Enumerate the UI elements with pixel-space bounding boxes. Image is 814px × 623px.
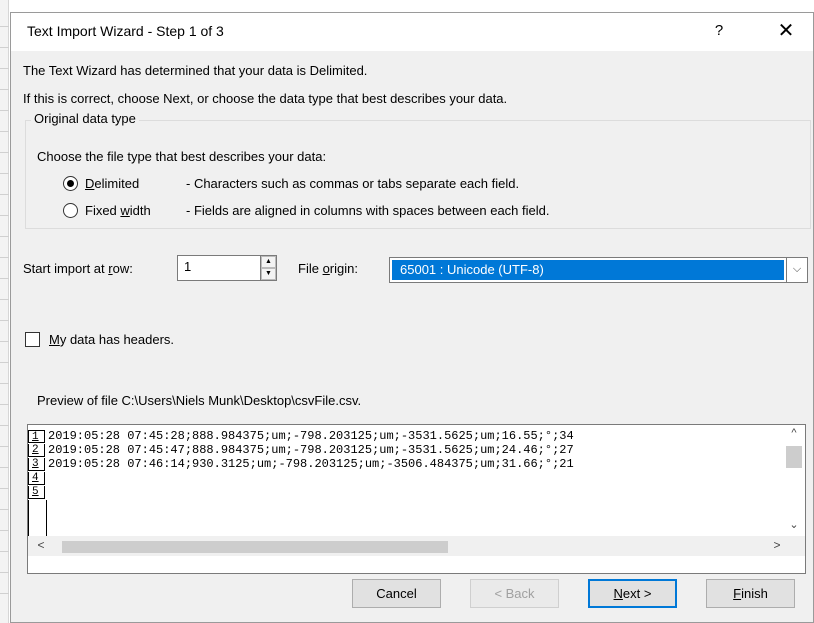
preview-row-number: 2 (28, 444, 45, 457)
original-data-type-legend: Original data type (31, 111, 139, 126)
background-sheet-edge (0, 0, 9, 623)
help-button[interactable]: ? (704, 17, 734, 45)
close-button[interactable]: ✕ (769, 17, 803, 45)
headers-checkbox[interactable] (25, 332, 40, 347)
file-origin-label: File origin: (298, 261, 358, 276)
row-number-gutter-line (28, 500, 29, 536)
intro-line-2: If this is correct, choose Next, or choo… (23, 91, 508, 106)
scroll-up-icon[interactable]: ^ (787, 427, 801, 441)
preview-row-number: 4 (28, 472, 45, 485)
file-type-prompt: Choose the file type that best describes… (37, 149, 327, 164)
fixed-width-description: - Fields are aligned in columns with spa… (186, 203, 550, 218)
dialog-title: Text Import Wizard - Step 1 of 3 (27, 23, 224, 39)
scroll-down-icon[interactable]: ⌄ (787, 518, 801, 532)
preview-row-number: 1 (28, 430, 45, 443)
vertical-scroll-thumb[interactable] (786, 446, 802, 468)
start-row-spinner[interactable]: ▲ ▼ (260, 255, 277, 281)
back-button[interactable]: < Back (470, 579, 559, 608)
start-row-input[interactable]: 1 (177, 255, 261, 281)
preview-row-text: 2019:05:28 07:45:47;888.984375;um;-798.2… (48, 444, 574, 457)
row-number-gutter-line (46, 500, 47, 536)
delimited-radio[interactable] (63, 176, 78, 191)
title-bar: Text Import Wizard - Step 1 of 3 ? ✕ (11, 13, 813, 51)
spin-down-icon[interactable]: ▼ (261, 268, 276, 280)
preview-row-text: 2019:05:28 07:46:14;930.3125;um;-798.203… (48, 458, 574, 471)
file-origin-value: 65001 : Unicode (UTF-8) (392, 260, 784, 280)
next-button[interactable]: Next > (588, 579, 677, 608)
horizontal-scrollbar[interactable]: < > (28, 536, 805, 556)
cancel-button[interactable]: Cancel (352, 579, 441, 608)
chevron-down-icon[interactable]: ⌵ (786, 258, 807, 282)
spin-up-icon[interactable]: ▲ (261, 256, 276, 268)
headers-checkbox-label[interactable]: My data has headers. (49, 332, 174, 347)
file-origin-select[interactable]: 65001 : Unicode (UTF-8) ⌵ (389, 257, 808, 283)
preview-row-number: 5 (28, 486, 45, 499)
scroll-left-icon[interactable]: < (34, 538, 48, 552)
start-row-label: Start import at row: (23, 261, 133, 276)
fixed-width-label[interactable]: Fixed width (85, 203, 151, 218)
scroll-right-icon[interactable]: > (770, 538, 784, 552)
delimited-description: - Characters such as commas or tabs sepa… (186, 176, 520, 191)
vertical-scrollbar[interactable]: ^ ⌄ (783, 425, 805, 536)
file-preview[interactable]: 1 2019:05:28 07:45:28;888.984375;um;-798… (27, 424, 806, 574)
horizontal-scroll-thumb[interactable] (62, 541, 448, 553)
preview-row-text: 2019:05:28 07:45:28;888.984375;um;-798.2… (48, 430, 574, 443)
text-import-wizard-dialog: Text Import Wizard - Step 1 of 3 ? ✕ The… (10, 12, 814, 623)
preview-row-number: 3 (28, 458, 45, 471)
delimited-label[interactable]: Delimited (85, 176, 139, 191)
preview-caption: Preview of file C:\Users\Niels Munk\Desk… (37, 393, 362, 408)
intro-line-1: The Text Wizard has determined that your… (23, 63, 368, 78)
fixed-width-radio[interactable] (63, 203, 78, 218)
finish-button[interactable]: Finish (706, 579, 795, 608)
